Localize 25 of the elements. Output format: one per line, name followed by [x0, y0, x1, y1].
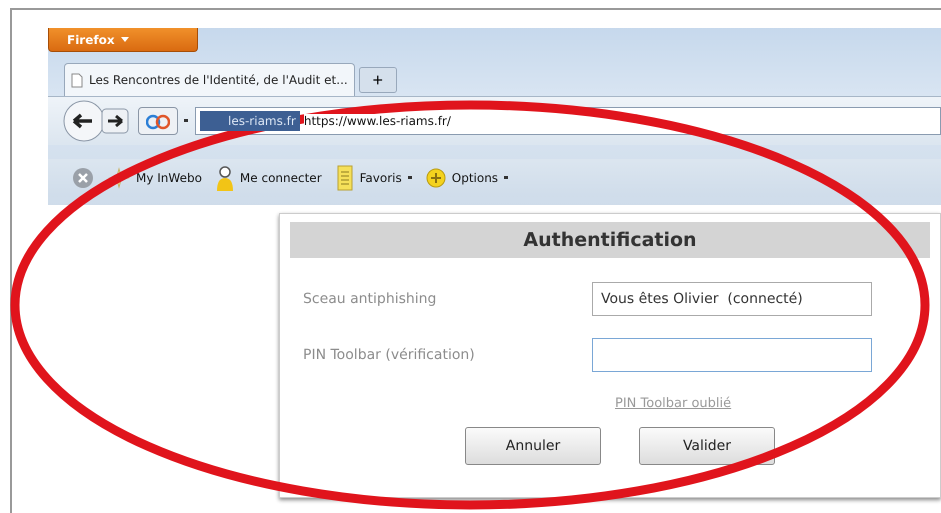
input-field[interactable]: [592, 338, 872, 372]
notepad-icon: [336, 165, 354, 191]
rings-icon: [146, 112, 170, 130]
extension-button[interactable]: [138, 107, 178, 135]
dialog-button[interactable]: Annuler: [465, 427, 601, 465]
field-label: PIN Toolbar (vérification): [303, 347, 475, 363]
input-field[interactable]: Vous êtes Olivier (connecté): [592, 282, 872, 316]
toolbar-item[interactable]: Options: [426, 168, 508, 188]
plus-icon: [426, 168, 446, 188]
dropdown-icon[interactable]: [184, 118, 189, 124]
close-icon[interactable]: [72, 167, 94, 189]
field-label: Sceau antiphishing: [303, 291, 436, 307]
browser-tab[interactable]: Les Rencontres de l'Identité, de l'Audit et...: [64, 63, 355, 96]
dropdown-icon: [408, 176, 412, 180]
toolbar-item[interactable]: Me connecter: [216, 165, 322, 191]
dialog-button[interactable]: Valider: [639, 427, 775, 465]
url-text: https://www.les-riams.fr/: [304, 114, 451, 128]
page-icon: [71, 72, 83, 88]
caret-icon: [120, 37, 129, 42]
dropdown-icon: [504, 176, 508, 180]
toolbar-item[interactable]: Favoris: [336, 165, 412, 191]
new-tab-button[interactable]: +: [358, 67, 397, 93]
site-identity-label[interactable]: les-riams.fr: [200, 111, 300, 131]
panel-title: Authentification: [290, 222, 930, 258]
person-icon: [216, 165, 234, 191]
